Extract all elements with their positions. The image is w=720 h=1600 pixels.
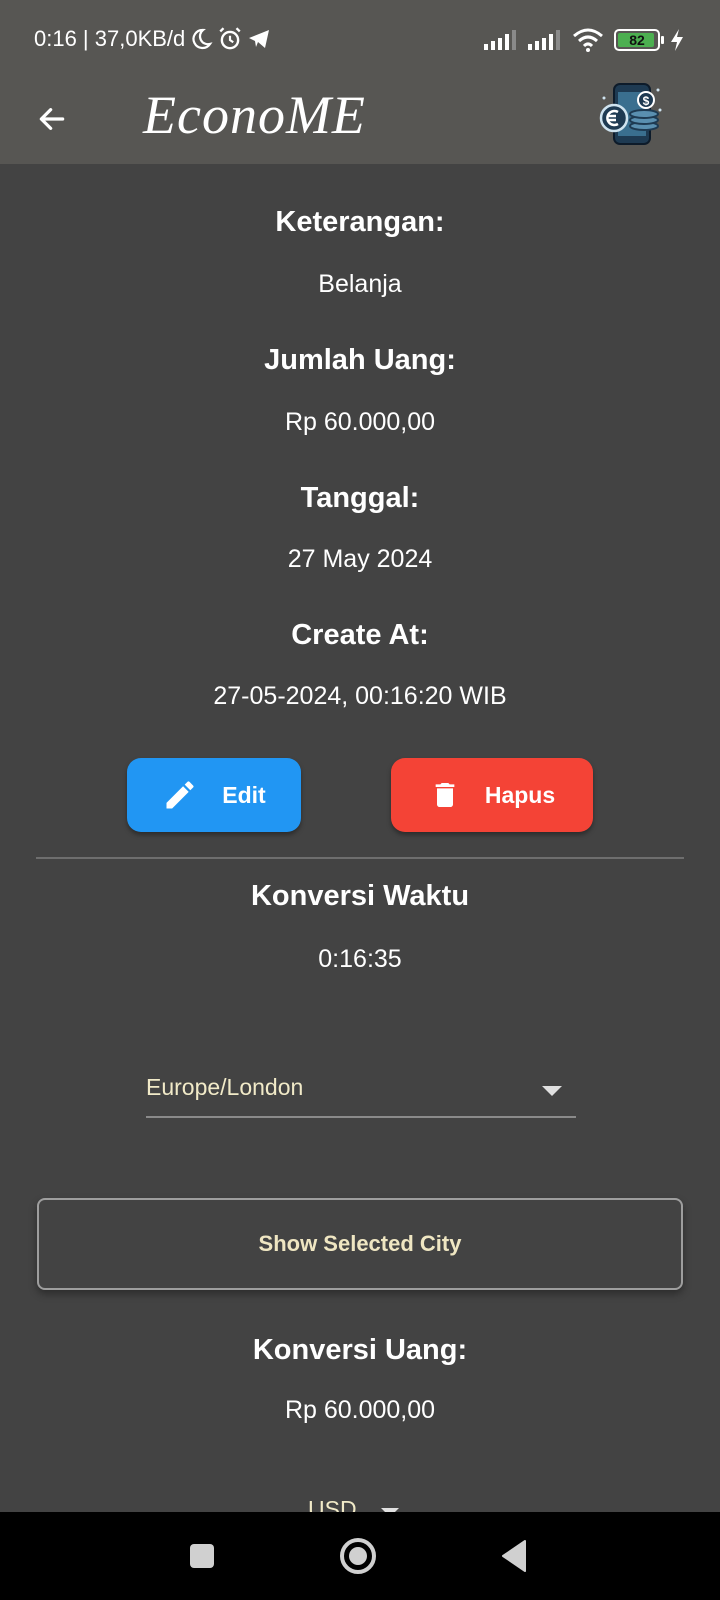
system-back-button[interactable] bbox=[492, 1534, 536, 1578]
date-value: 27 May 2024 bbox=[287, 545, 433, 573]
battery-icon: 82 bbox=[614, 29, 664, 51]
delete-button-label: Hapus bbox=[484, 781, 556, 808]
battery-level: 82 bbox=[629, 32, 645, 48]
created-at-label: Create At: bbox=[291, 619, 429, 651]
date-label: Tanggal: bbox=[300, 482, 420, 514]
pencil-icon bbox=[166, 781, 194, 809]
alarm-icon bbox=[219, 27, 241, 50]
moon-icon bbox=[192, 28, 213, 50]
amount-label: Jumlah Uang: bbox=[264, 344, 456, 376]
wifi-icon bbox=[573, 28, 603, 52]
show-selected-city-label: Show Selected City bbox=[258, 1231, 462, 1256]
signal-icon bbox=[528, 30, 560, 50]
status-right: 82 bbox=[484, 28, 684, 52]
show-selected-city-button[interactable]: Show Selected City bbox=[37, 1198, 683, 1290]
status-left: 0:16 | 37,0KB/d bbox=[34, 26, 271, 52]
divider bbox=[36, 857, 684, 859]
delete-button[interactable]: Hapus bbox=[391, 758, 593, 832]
back-button[interactable] bbox=[30, 97, 74, 141]
recents-button[interactable] bbox=[180, 1534, 224, 1578]
edit-button[interactable]: Edit bbox=[127, 758, 301, 832]
system-nav-bar bbox=[0, 1512, 720, 1600]
time-conversion-value: 0:16:35 bbox=[318, 945, 402, 973]
back-triangle-icon bbox=[502, 1540, 526, 1572]
money-conversion-value: Rp 60.000,00 bbox=[284, 1396, 436, 1424]
amount-value: Rp 60.000,00 bbox=[284, 408, 436, 436]
edit-button-label: Edit bbox=[222, 781, 266, 808]
back-arrow-icon bbox=[39, 108, 65, 130]
telegram-icon bbox=[249, 30, 270, 48]
caret-down-icon bbox=[542, 1086, 562, 1096]
home-circle-icon bbox=[340, 1538, 376, 1574]
square-icon bbox=[190, 1544, 214, 1568]
created-at-value: 27-05-2024, 00:16:20 WIB bbox=[213, 682, 507, 710]
status-bar: 0:16 | 37,0KB/d 82 bbox=[0, 0, 720, 80]
trash-icon bbox=[435, 783, 455, 807]
app-title: EconoME bbox=[143, 85, 366, 145]
description-label: Keterangan: bbox=[275, 206, 445, 238]
time-conversion-title: Konversi Waktu bbox=[250, 880, 470, 912]
home-button[interactable] bbox=[336, 1534, 380, 1578]
money-conversion-title: Konversi Uang: bbox=[252, 1334, 468, 1366]
app-bar: EconoME $ bbox=[0, 80, 720, 164]
timezone-selected: Europe/London bbox=[146, 1074, 304, 1100]
svg-text:$: $ bbox=[643, 94, 650, 108]
status-time: 0:16 | 37,0KB/d bbox=[34, 26, 186, 51]
charging-icon bbox=[671, 29, 683, 51]
signal-icon bbox=[484, 30, 516, 50]
description-value: Belanja bbox=[318, 270, 402, 298]
timezone-dropdown[interactable]: Europe/London bbox=[146, 1068, 576, 1118]
app-logo-icon: $ bbox=[599, 83, 662, 145]
